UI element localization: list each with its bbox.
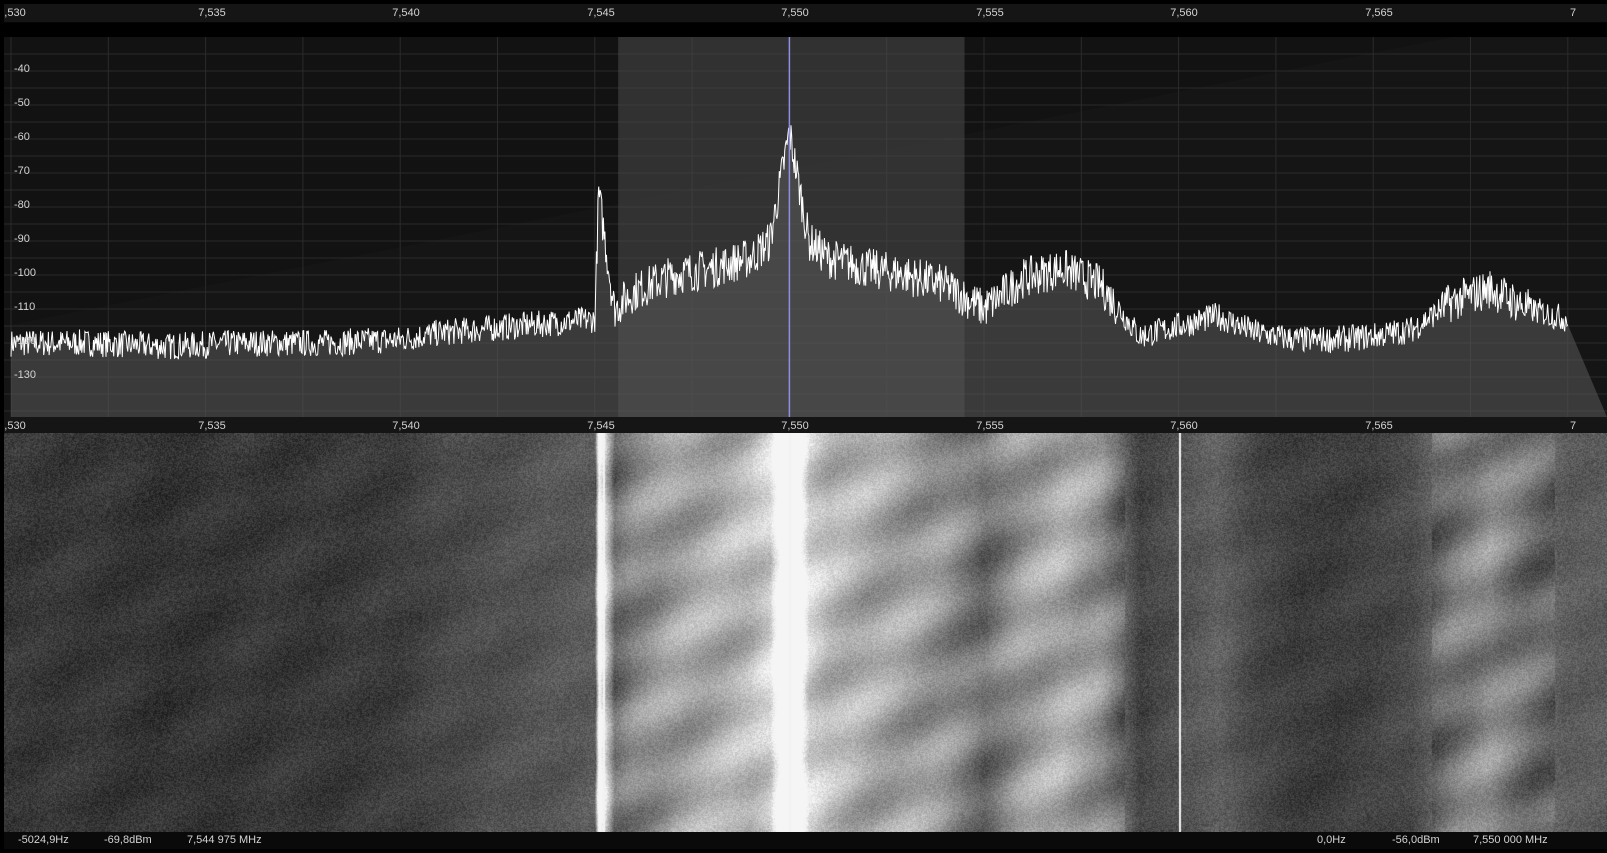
db-tick-label: -120 xyxy=(14,335,37,347)
db-tick-label: -110 xyxy=(14,301,36,313)
freq-tick-label: 7,545 xyxy=(587,420,615,432)
freq-tick-label: 7,550 xyxy=(781,7,809,19)
db-tick-label: -130 xyxy=(14,369,37,381)
cursor-level: -69,8dBm xyxy=(104,834,152,846)
freq-tick-label: 7,540 xyxy=(392,7,420,19)
db-tick-label: -70 xyxy=(14,165,30,177)
db-tick-label: -90 xyxy=(14,233,30,245)
db-tick-label: -100 xyxy=(14,267,37,279)
freq-tick-label: 7,565 xyxy=(1365,7,1393,19)
freq-tick-label: ,530 xyxy=(4,420,26,432)
center-level: -56,0dBm xyxy=(1392,834,1440,846)
freq-tick-label: 7,565 xyxy=(1365,420,1393,432)
db-tick-label: -80 xyxy=(14,199,30,211)
freq-tick-label: 7 xyxy=(1569,7,1577,19)
freq-tick-label: 7,555 xyxy=(976,7,1004,19)
freq-tick-label: 7,560 xyxy=(1170,420,1198,432)
db-tick-label: -60 xyxy=(14,131,30,143)
db-tick-label: -50 xyxy=(14,97,30,109)
freq-tick-label: 7,555 xyxy=(976,420,1004,432)
center-frequency: 7,550 000 MHz xyxy=(1473,834,1548,846)
sdr-spectrum-view: ,530 7,535 7,540 7,545 7,550 7,555 7,560… xyxy=(0,0,1607,853)
freq-tick-label: ,530 xyxy=(4,7,26,19)
freq-tick-label: 7,545 xyxy=(587,7,615,19)
freq-tick-label: 7,540 xyxy=(392,420,420,432)
freq-tick-label: 7,535 xyxy=(198,420,226,432)
top-frequency-axis: ,530 7,535 7,540 7,545 7,550 7,555 7,560… xyxy=(4,4,1607,23)
db-tick-label: -40 xyxy=(14,63,30,75)
center-offset: 0,0Hz xyxy=(1317,834,1346,846)
cursor-offset: -5024,9Hz xyxy=(18,834,69,846)
status-bar: -5024,9Hz -69,8dBm 7,544 975 MHz 0,0Hz -… xyxy=(4,832,1607,849)
waterfall-frequency-axis: ,530 7,535 7,540 7,545 7,550 7,555 7,560… xyxy=(4,417,1607,434)
waterfall-canvas xyxy=(4,433,1607,832)
freq-tick-label: 7,535 xyxy=(198,7,226,19)
freq-tick-label: 7 xyxy=(1569,420,1577,432)
waterfall-display[interactable] xyxy=(4,433,1607,832)
freq-tick-label: 7,550 xyxy=(781,420,809,432)
spectrum-plot[interactable]: -40 -50 -60 -70 -80 -90 -100 -110 -120 -… xyxy=(4,37,1607,417)
spectrum-svg xyxy=(4,37,1607,417)
cursor-frequency: 7,544 975 MHz xyxy=(187,834,262,846)
freq-tick-label: 7,560 xyxy=(1170,7,1198,19)
